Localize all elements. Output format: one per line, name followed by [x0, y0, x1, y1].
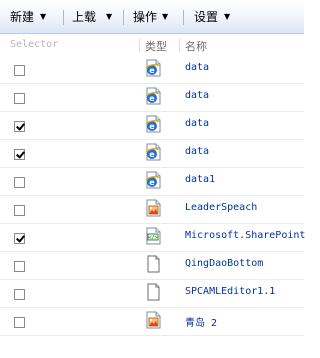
upload-menu-button[interactable]: 上载 ▼ — [72, 0, 112, 33]
list-item: e data — [0, 140, 304, 168]
svg-text:e: e — [149, 66, 155, 75]
file-name-link[interactable]: data1 — [185, 174, 215, 185]
row-checkbox[interactable] — [14, 205, 25, 216]
row-checkbox[interactable] — [14, 93, 25, 104]
svg-text:e: e — [149, 150, 155, 159]
file-name-link[interactable]: data — [185, 62, 209, 73]
chevron-down-icon: ▼ — [40, 12, 47, 21]
document-list: e data e data e data e data e data1 Lead… — [0, 56, 305, 336]
new-menu-button[interactable]: 新建 ▼ — [10, 0, 46, 33]
blank-file-icon[interactable] — [144, 283, 162, 301]
file-name-link[interactable]: QingDaoBottom — [185, 258, 263, 269]
row-checkbox[interactable] — [14, 317, 25, 328]
ie-page-icon[interactable]: e — [144, 115, 162, 133]
settings-label: 设置 — [194, 10, 219, 24]
list-item: LeaderSpeach — [0, 196, 304, 224]
file-name-link[interactable]: data — [185, 90, 209, 101]
file-name-link[interactable]: data — [185, 146, 209, 157]
list-item: e data1 — [0, 168, 304, 196]
file-name-link[interactable]: SPCAMLEditor1.1 — [185, 286, 275, 297]
list-item: SPCAMLEditor1.1 — [0, 280, 304, 308]
chevron-down-icon: ▼ — [162, 12, 169, 21]
toolbar-separator — [63, 10, 64, 25]
actions-menu-button[interactable]: 操作 ▼ — [133, 0, 168, 33]
toolbar-separator — [183, 10, 184, 25]
column-separator — [139, 38, 140, 52]
ie-page-icon[interactable]: e — [144, 171, 162, 189]
list-header: Selector 类型 名称 — [0, 36, 304, 54]
row-checkbox[interactable] — [14, 149, 25, 160]
row-checkbox[interactable] — [14, 233, 25, 244]
list-item: e data — [0, 84, 304, 112]
ie-page-icon[interactable]: e — [144, 87, 162, 105]
svg-text:e: e — [149, 178, 155, 187]
toolbar-separator — [123, 10, 124, 25]
blank-file-icon[interactable] — [144, 255, 162, 273]
new-label: 新建 — [10, 10, 35, 24]
image-file-icon[interactable] — [144, 311, 162, 329]
svg-text:e: e — [149, 122, 155, 131]
row-checkbox[interactable] — [14, 121, 25, 132]
list-item: QingDaoBottom — [0, 252, 304, 280]
ie-page-icon[interactable]: e — [144, 143, 162, 161]
svg-text:</>: </> — [148, 235, 157, 241]
selector-column-header[interactable]: Selector — [10, 39, 58, 50]
chevron-down-icon: ▼ — [106, 12, 113, 21]
row-checkbox[interactable] — [14, 177, 25, 188]
file-name-link[interactable]: Microsoft.SharePoint — [185, 230, 305, 241]
svg-text:e: e — [149, 94, 155, 103]
actions-label: 操作 — [133, 10, 158, 24]
file-name-link[interactable]: LeaderSpeach — [185, 202, 257, 213]
ie-page-icon[interactable]: e — [144, 59, 162, 77]
list-item: 青岛 2 — [0, 308, 304, 336]
list-item: e data — [0, 56, 304, 84]
chevron-down-icon: ▼ — [224, 12, 231, 21]
file-name-link[interactable]: data — [185, 118, 209, 129]
upload-label: 上载 — [72, 10, 97, 24]
name-column-header[interactable]: 名称 — [185, 38, 207, 54]
row-checkbox[interactable] — [14, 65, 25, 76]
image-file-icon[interactable] — [144, 199, 162, 217]
list-item: e data — [0, 112, 304, 140]
row-checkbox[interactable] — [14, 289, 25, 300]
file-name-link[interactable]: 青岛 2 — [185, 314, 217, 329]
row-checkbox[interactable] — [14, 261, 25, 272]
column-separator — [179, 38, 180, 52]
list-item: </> Microsoft.SharePoint — [0, 224, 305, 252]
toolbar: 新建 ▼ 上载 ▼ 操作 ▼ 设置 ▼ — [0, 0, 304, 34]
type-column-header[interactable]: 类型 — [145, 38, 167, 54]
xml-file-icon[interactable]: </> — [144, 227, 162, 245]
settings-menu-button[interactable]: 设置 ▼ — [194, 0, 230, 33]
